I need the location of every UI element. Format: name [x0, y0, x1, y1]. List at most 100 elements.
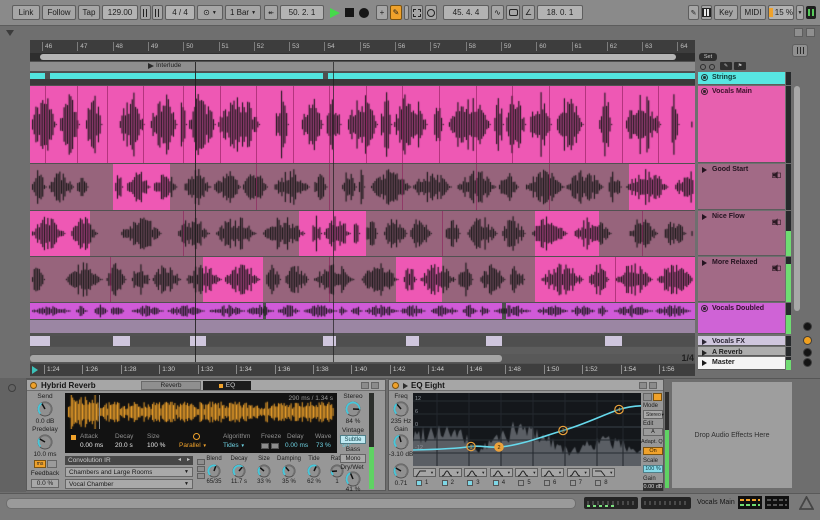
a-reverb-lane[interactable]	[30, 347, 695, 354]
bar-number[interactable]: 51	[218, 42, 229, 51]
bar-number[interactable]: 48	[112, 42, 123, 51]
track-name[interactable]: Strings	[712, 74, 736, 81]
good-start-lane-waveform[interactable]	[30, 164, 695, 210]
time-label[interactable]: 1:54	[620, 365, 636, 374]
hot-swap-icon[interactable]	[361, 382, 369, 389]
time-signature-field[interactable]: 4 / 4	[165, 5, 195, 20]
bar-number[interactable]: 47	[77, 42, 88, 51]
bass-mono-button[interactable]: Mono	[340, 454, 366, 463]
device-title[interactable]: EQ Eight	[411, 381, 445, 390]
more-relaxed-lane-waveform[interactable]	[30, 257, 695, 302]
bar-number[interactable]: 63	[642, 42, 652, 51]
next-locator-icon[interactable]	[709, 64, 715, 70]
vocals-doubled-lane-waveform[interactable]	[30, 303, 695, 319]
time-label[interactable]: 1:36	[274, 365, 290, 374]
automation-mode-icon[interactable]	[411, 5, 423, 20]
loop-start-field[interactable]: 45. 4. 4	[443, 5, 489, 20]
scrub-marker-lane[interactable]	[30, 62, 695, 71]
feedback-value[interactable]: 0.0 %	[31, 479, 59, 488]
time-label[interactable]: 1:44	[428, 365, 444, 374]
track-option-button[interactable]	[803, 358, 812, 367]
decay-knob[interactable]	[232, 464, 246, 478]
bar-number[interactable]: 52	[253, 42, 264, 51]
blend-mode-icon[interactable]	[197, 466, 205, 472]
separator-button[interactable]	[404, 5, 409, 20]
arrangement-position-field[interactable]: 50. 2. 1	[280, 5, 324, 20]
vocals-fx-clip[interactable]	[30, 336, 50, 346]
attack-node-icon[interactable]	[71, 435, 76, 440]
predelay-value[interactable]: 10.0 ms	[29, 451, 61, 458]
h-scrollbar-thumb[interactable]	[30, 355, 502, 362]
vocals-fx-clip[interactable]	[113, 336, 130, 346]
save-preset-icon[interactable]	[649, 382, 657, 389]
output-gain-value[interactable]: 0.00 dB	[643, 483, 663, 491]
mode-select[interactable]: Stereo ▼	[643, 410, 665, 419]
record-button[interactable]	[359, 8, 369, 18]
predelay-ms-toggle[interactable]: ms	[34, 460, 46, 468]
predelay-knob[interactable]	[37, 434, 53, 450]
nice-flow-lane-waveform[interactable]	[30, 211, 695, 256]
q-knob[interactable]	[393, 463, 409, 479]
fold-circle-icon[interactable]	[701, 74, 708, 81]
next-ir-icon[interactable]: ▸	[187, 456, 190, 465]
warning-triangle-icon[interactable]	[799, 496, 814, 510]
fold-circle-icon[interactable]	[701, 305, 708, 312]
blend-knob[interactable]	[207, 464, 221, 478]
track-header-a-reverb[interactable]: A Reverb	[698, 347, 785, 356]
time-label[interactable]: 1:56	[658, 365, 675, 374]
vocals-fx-clip[interactable]	[189, 336, 207, 346]
midi-map-button[interactable]: MIDI	[740, 5, 766, 20]
band-5-filter-type[interactable]: ▼	[515, 468, 539, 477]
band-1-filter-type[interactable]: ▼	[413, 468, 436, 478]
punch-out-icon[interactable]: ∠	[522, 5, 535, 20]
io-toggle-icon[interactable]	[794, 28, 803, 37]
track-name[interactable]: A Reverb	[712, 349, 742, 356]
key-map-button[interactable]: Key	[714, 5, 738, 20]
time-label[interactable]: 1:50	[543, 365, 559, 374]
adaptq-button[interactable]: On	[643, 447, 663, 455]
drywet-knob[interactable]	[345, 471, 361, 487]
track-header-good-start[interactable]: Good Start	[698, 164, 785, 210]
ir-file-select[interactable]: Vocal Chamber ▼	[65, 479, 193, 489]
time-label[interactable]: 1:24	[44, 365, 60, 374]
time-label[interactable]: 1:48	[505, 365, 521, 374]
bar-number[interactable]: 53	[289, 42, 299, 51]
tide-knob[interactable]	[307, 464, 321, 478]
freq-knob[interactable]	[393, 401, 409, 417]
band-7-activator[interactable]	[569, 480, 576, 486]
follow-button[interactable]: Follow	[42, 5, 76, 20]
save-preset-icon[interactable]	[371, 382, 379, 389]
hot-swap-icon[interactable]	[639, 382, 647, 389]
track-name[interactable]: Master	[712, 359, 735, 366]
stereo-knob[interactable]	[345, 401, 361, 417]
ir-size-value[interactable]: 100 %	[147, 442, 165, 449]
size-knob[interactable]	[257, 464, 271, 478]
stereo-value[interactable]: 84 %	[339, 418, 367, 425]
vocals-doubled-sub-lane[interactable]	[30, 320, 695, 333]
band-3-activator[interactable]	[467, 480, 474, 486]
time-label[interactable]: 1:34	[236, 365, 252, 374]
track-option-button[interactable]	[803, 348, 812, 357]
bar-number[interactable]: 57	[430, 42, 441, 51]
vintage-select[interactable]: Subtle	[340, 435, 366, 444]
band-collapse-icon[interactable]	[643, 393, 652, 401]
set-locator-button[interactable]: Set	[699, 53, 717, 61]
device-drop-area[interactable]: Drop Audio Effects Here	[672, 382, 792, 488]
bar-number[interactable]: 64	[677, 42, 688, 51]
play-icon[interactable]	[702, 167, 707, 173]
bar-number[interactable]: 58	[465, 42, 476, 51]
track-name[interactable]: Vocals FX	[712, 338, 745, 345]
track-header-more-relaxed[interactable]: More Relaxed	[698, 257, 785, 302]
time-label[interactable]: 1:40	[351, 365, 367, 374]
punch-in-icon[interactable]: ∿	[491, 5, 504, 20]
eq-curve-display[interactable]: 1 2 3 4 12 6 0 -12	[413, 393, 641, 466]
band-6-filter-type[interactable]: ▼	[541, 468, 564, 477]
bar-number[interactable]: 46	[42, 42, 52, 51]
ir-category-select[interactable]: Chambers and Large Rooms ▼	[65, 467, 193, 477]
track-header-nice-flow[interactable]: Nice Flow	[698, 211, 785, 256]
computer-midi-keyboard-icon[interactable]	[701, 5, 712, 20]
predelay-sync-toggle[interactable]	[47, 460, 57, 468]
scale-value[interactable]: 100 %	[643, 465, 663, 473]
band-5-activator[interactable]	[518, 480, 525, 486]
band-3-filter-type[interactable]: ▼	[464, 468, 488, 477]
